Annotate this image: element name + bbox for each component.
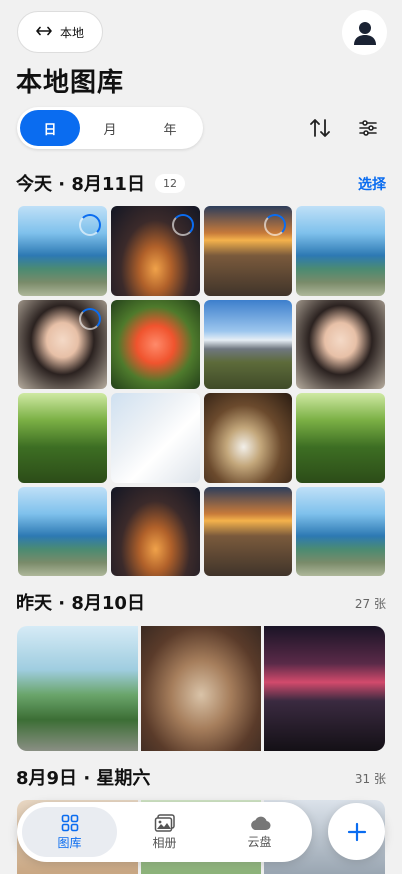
nav-albums-label: 相册 — [152, 835, 177, 850]
view-mode-switch: 日 月 年 — [17, 107, 203, 149]
sync-progress-icon — [264, 214, 287, 236]
photo-thumbnail[interactable] — [18, 206, 107, 296]
swap-arrows-icon — [36, 25, 52, 40]
nav-cloud-label: 云盘 — [247, 834, 272, 849]
photo-thumbnail[interactable] — [110, 486, 200, 576]
avatar[interactable] — [342, 10, 387, 55]
section-yesterday-title: 昨天 · 8月10日 — [16, 593, 145, 614]
photo-thumbnail[interactable] — [18, 299, 107, 389]
cloud-icon — [250, 816, 271, 830]
local-source-button[interactable]: 本地 — [17, 11, 103, 53]
photo-thumbnail[interactable] — [17, 626, 138, 751]
photo-thumbnail[interactable] — [264, 626, 385, 751]
page-title: 本地图库 — [16, 68, 125, 98]
nav-item-albums[interactable]: 相册 — [117, 807, 212, 857]
photo-thumbnail[interactable] — [296, 299, 385, 389]
tab-year[interactable]: 年 — [140, 110, 200, 146]
filter-icon[interactable] — [356, 116, 380, 140]
photo-thumbnail[interactable] — [203, 299, 293, 389]
sync-progress-icon — [78, 214, 101, 236]
plus-icon — [347, 822, 366, 841]
section-aug9-title: 8月9日 · 星期六 — [16, 768, 151, 789]
album-icon — [154, 813, 175, 832]
sort-icon[interactable] — [308, 116, 332, 140]
photo-thumbnail[interactable] — [296, 393, 385, 483]
nav-gallery-label: 图库 — [57, 835, 82, 850]
photo-thumbnail[interactable] — [296, 206, 385, 296]
photo-thumbnail[interactable] — [18, 486, 107, 576]
sync-progress-icon — [171, 214, 194, 236]
today-photo-grid — [18, 206, 385, 576]
photo-thumbnail[interactable] — [110, 393, 200, 483]
yesterday-photo-row — [17, 626, 385, 751]
user-icon — [353, 21, 376, 45]
tab-month[interactable]: 月 — [80, 110, 140, 146]
photo-thumbnail[interactable] — [110, 299, 200, 389]
add-button[interactable] — [328, 803, 385, 860]
nav-item-gallery[interactable]: 图库 — [22, 807, 117, 857]
grid-icon — [61, 814, 78, 831]
bottom-nav: 图库 相册 云盘 — [17, 802, 312, 862]
photo-thumbnail[interactable] — [203, 486, 293, 576]
section-aug9-header: 8月9日 · 星期六 — [16, 764, 150, 790]
photo-thumbnail[interactable] — [18, 393, 107, 483]
nav-item-cloud[interactable]: 云盘 — [212, 807, 307, 857]
photo-thumbnail[interactable] — [110, 206, 200, 296]
local-source-label: 本地 — [59, 25, 84, 40]
section-yesterday-count: 27 张 — [354, 597, 386, 611]
tab-day[interactable]: 日 — [20, 110, 80, 146]
photo-thumbnail[interactable] — [140, 626, 262, 751]
section-today-count-badge: 12 — [154, 173, 185, 193]
select-button[interactable]: 选择 — [358, 174, 386, 194]
section-yesterday-header: 昨天 · 8月10日 — [16, 589, 145, 615]
photo-thumbnail[interactable] — [203, 393, 293, 483]
section-aug9-count: 31 张 — [354, 772, 386, 786]
photo-thumbnail[interactable] — [296, 486, 385, 576]
section-today-title: 今天 · 8月11日 — [16, 174, 145, 195]
sync-progress-icon — [78, 307, 101, 330]
photo-thumbnail[interactable] — [203, 206, 293, 296]
section-today-header: 今天 · 8月11日 12 — [16, 170, 185, 196]
